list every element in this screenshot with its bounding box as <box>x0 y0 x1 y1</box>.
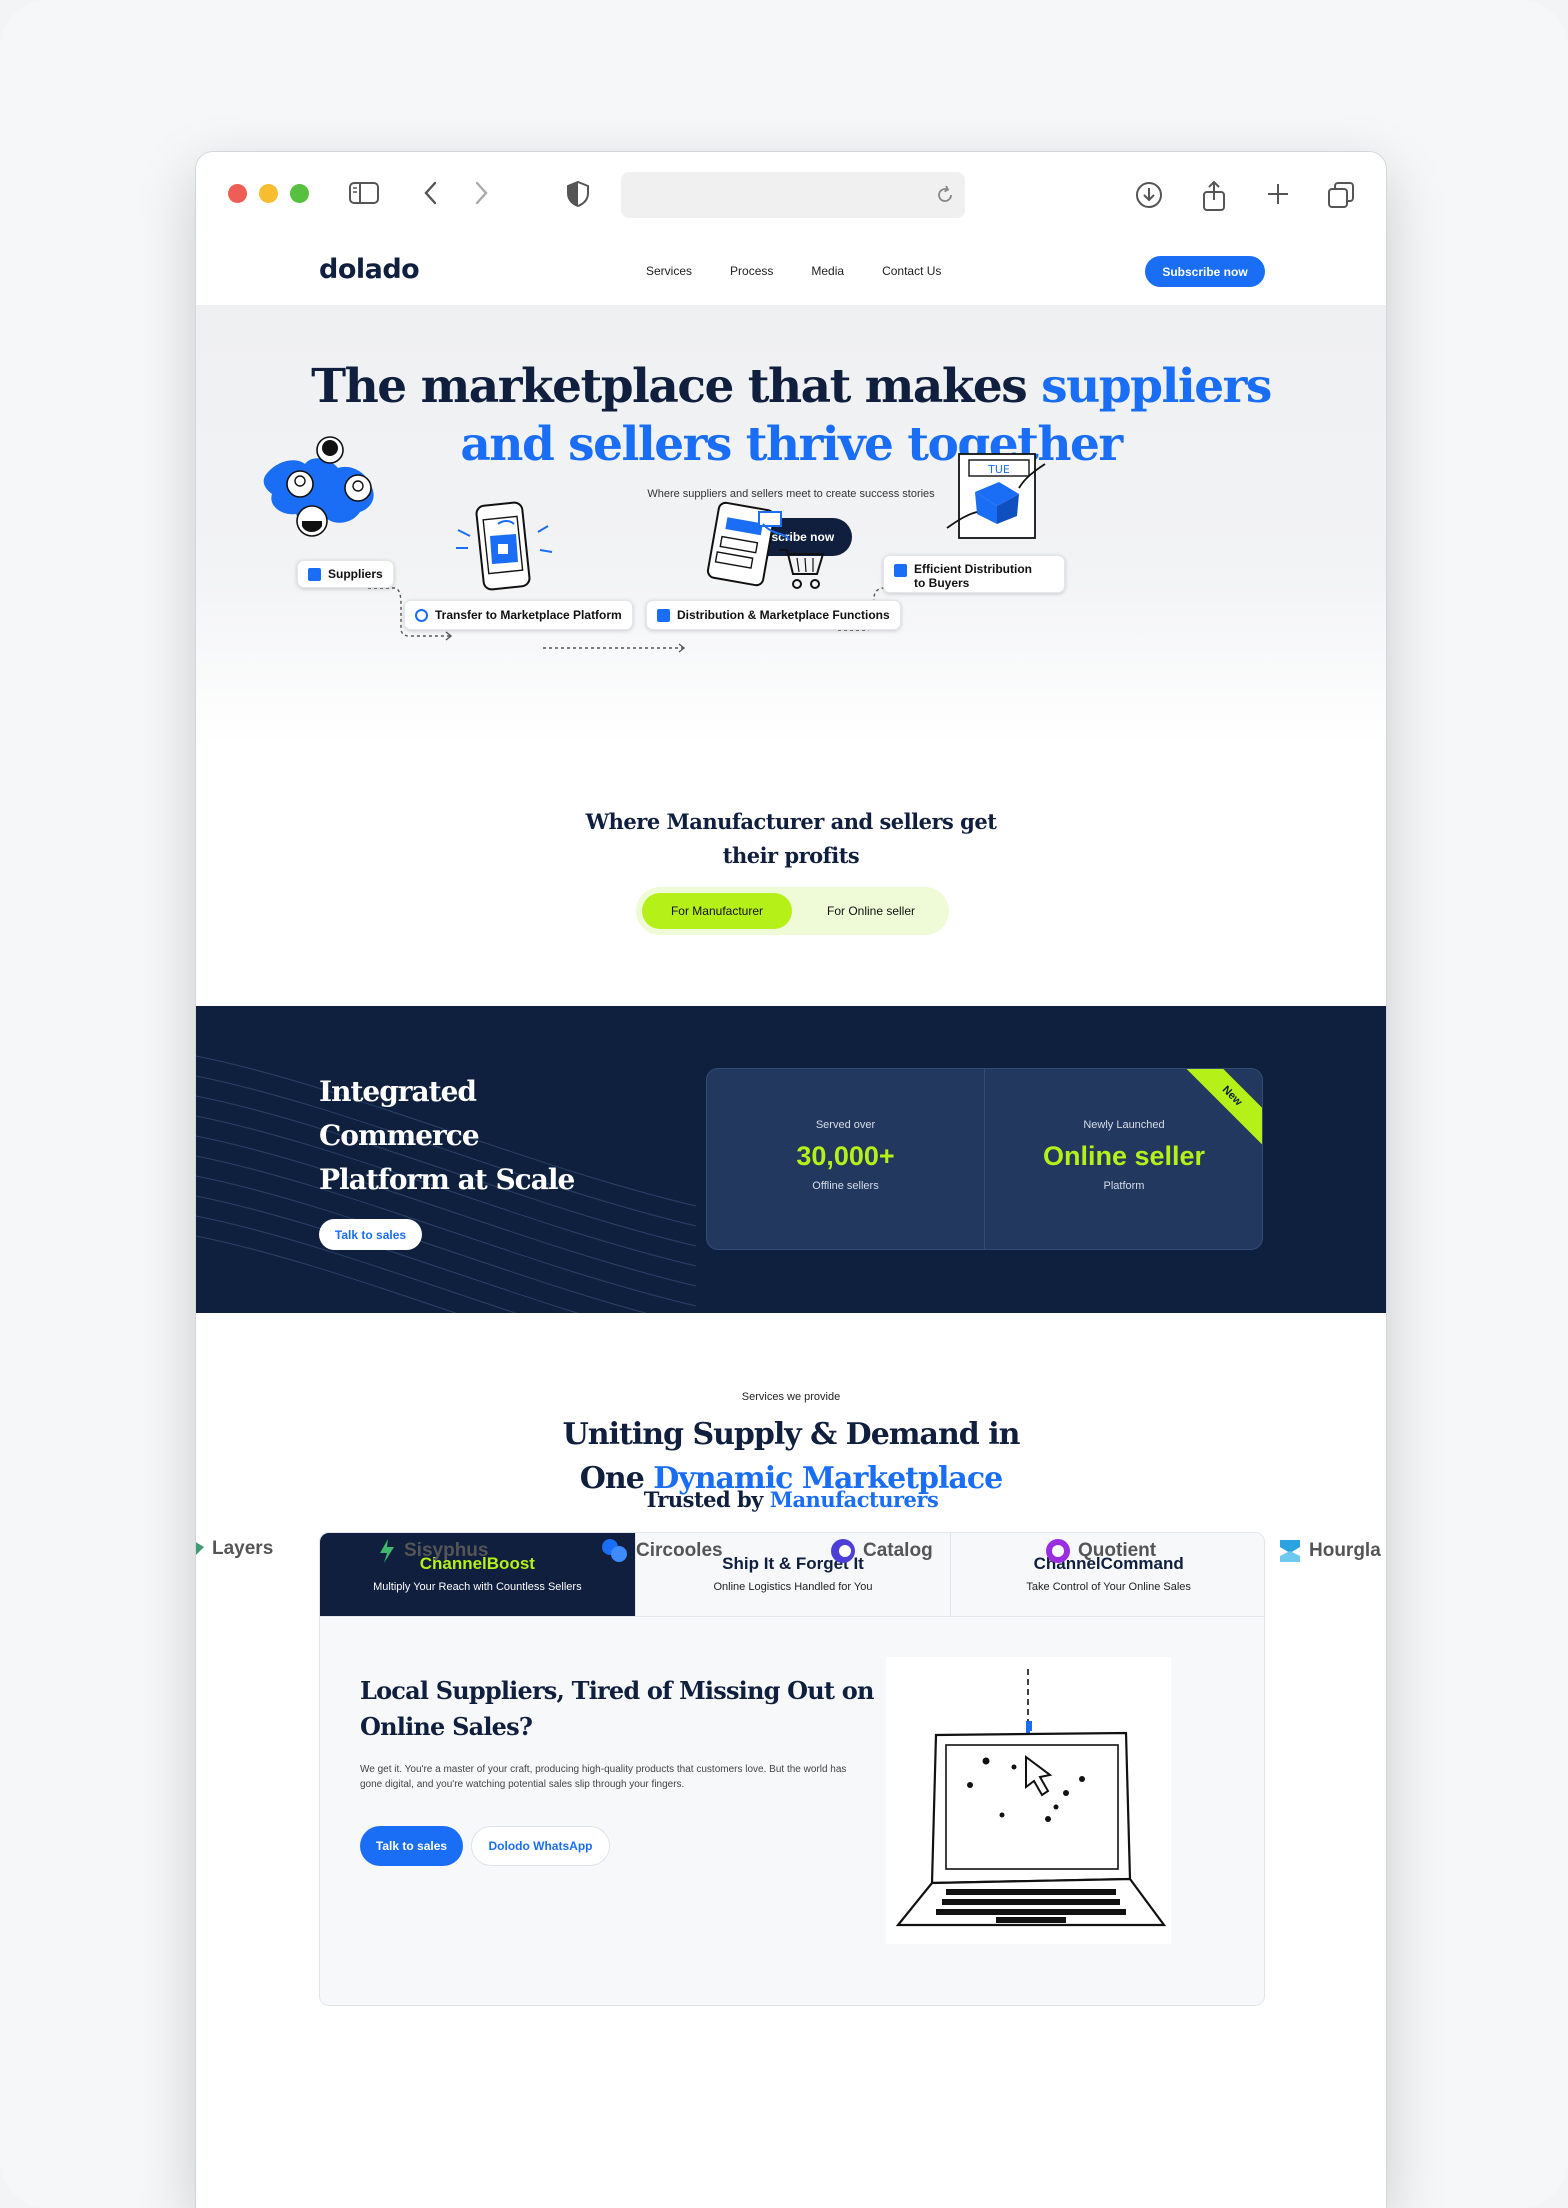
platform-title: Integrated Commerce Platform at Scale <box>319 1075 575 1196</box>
browser-window: dolado Services Process Media Contact Us… <box>195 151 1387 2208</box>
monitor-icon <box>657 608 670 622</box>
platform-band: Integrated Commerce Platform at Scale Ta… <box>196 1006 1386 1313</box>
sisyphus-icon <box>380 1539 394 1563</box>
maximize-window-button[interactable] <box>290 184 309 203</box>
device-frame: dolado Services Process Media Contact Us… <box>0 0 1568 2208</box>
back-arrow-icon[interactable] <box>421 180 441 206</box>
profits-section: Where Manufacturer and sellers get their… <box>196 746 1386 1006</box>
services-title-line-1: Uniting Supply & Demand in <box>562 1417 1021 1452</box>
site-header: dolado Services Process Media Contact Us… <box>196 242 1386 306</box>
services-section: Services we provide Uniting Supply & Dem… <box>196 1313 1386 2077</box>
quotient-icon <box>1046 1539 1070 1563</box>
step-suppliers: Suppliers <box>297 560 394 588</box>
logo-layers-label: Layers <box>212 1538 274 1559</box>
catalog-icon <box>831 1539 855 1563</box>
panel-whatsapp-button[interactable]: Dolodo WhatsApp <box>471 1826 610 1866</box>
hero-title-blue-1: suppliers <box>1041 359 1272 414</box>
toggle-online-seller[interactable]: For Online seller <box>801 893 941 929</box>
audience-toggle: For Manufacturer For Online seller <box>636 887 949 935</box>
share-icon[interactable] <box>1200 180 1228 212</box>
transfer-icon <box>415 608 428 622</box>
hero-section: The marketplace that makes suppliers and … <box>196 306 1386 746</box>
delivery-box-illustration: TUE <box>946 453 1046 539</box>
nav-process[interactable]: Process <box>730 264 773 278</box>
step-efficient-distribution: Efficient Distribution to Buyers <box>883 555 1065 593</box>
logo-hourglass: Hourgla <box>1277 1537 1381 1565</box>
phone-marketplace-illustration <box>456 501 553 591</box>
nav-services[interactable]: Services <box>646 264 692 278</box>
hero-title-dark: The marketplace that makes <box>311 359 1042 414</box>
shield-icon[interactable] <box>566 180 590 208</box>
minimize-window-button[interactable] <box>259 184 278 203</box>
stats-card: Served over 30,000+ Offline sellers Newl… <box>706 1068 1263 1250</box>
new-tab-icon[interactable] <box>1264 180 1292 208</box>
main-nav: Services Process Media Contact Us <box>646 264 941 278</box>
laptop-hook-illustration <box>886 1657 1171 1944</box>
calendar-day-label: TUE <box>987 463 1010 476</box>
nav-contact-us[interactable]: Contact Us <box>882 264 941 278</box>
tab-subtitle: Take Control of Your Online Sales <box>1026 1581 1191 1593</box>
trusted-title-blue: Manufacturers <box>769 1487 939 1512</box>
profits-title-text: Where Manufacturer and sellers get their… <box>585 809 997 868</box>
truck-icon <box>894 564 907 577</box>
logo-quotient: Quotient <box>1044 1537 1156 1565</box>
step-distribution: Distribution & Marketplace Functions <box>646 600 901 630</box>
tab-subtitle: Online Logistics Handled for You <box>713 1581 873 1593</box>
step-efficient-distribution-label: Efficient Distribution to Buyers <box>914 562 1032 590</box>
flow-arrow-2 <box>543 643 686 653</box>
logo-sisyphus-label: Sisyphus <box>404 1540 489 1561</box>
step-transfer-label: Transfer to Marketplace Platform <box>435 608 622 622</box>
download-icon[interactable] <box>1134 180 1164 210</box>
stat-sub: Offline sellers <box>812 1180 879 1192</box>
toggle-manufacturer[interactable]: For Manufacturer <box>642 893 792 929</box>
sidebar-toggle-icon[interactable] <box>348 180 380 206</box>
trusted-title-dark: Trusted by <box>643 1487 770 1512</box>
logo-quotient-label: Quotient <box>1078 1540 1157 1561</box>
circooles-icon <box>602 1539 627 1562</box>
stat-label: Served over <box>815 1119 876 1131</box>
stat-label: Newly Launched <box>1083 1119 1165 1131</box>
step-distribution-label: Distribution & Marketplace Functions <box>677 608 890 622</box>
tab-subtitle: Multiply Your Reach with Countless Selle… <box>373 1581 582 1593</box>
boxes-icon <box>308 567 321 581</box>
stat-sub: Platform <box>1103 1180 1145 1192</box>
platform-talk-to-sales-button[interactable]: Talk to sales <box>319 1219 422 1250</box>
stat-offline-sellers: Served over 30,000+ Offline sellers <box>707 1069 985 1249</box>
logo-catalog: Catalog <box>829 1537 933 1565</box>
address-bar[interactable] <box>621 172 965 218</box>
trusted-logos: Layers Sisyphus Circooles Catalog Quotie… <box>196 1537 1386 1577</box>
stat-value: 30,000+ <box>796 1141 895 1171</box>
forward-arrow-icon[interactable] <box>471 180 491 206</box>
panel-description: We get it. You're a master of your craft… <box>360 1764 847 1790</box>
close-window-button[interactable] <box>228 184 247 203</box>
logo-circooles-label: Circooles <box>636 1540 723 1561</box>
logo-circooles: Circooles <box>600 1537 723 1565</box>
trusted-title: Trusted by Manufacturers <box>196 1487 1386 1512</box>
browser-toolbar <box>196 152 1386 242</box>
step-transfer: Transfer to Marketplace Platform <box>404 600 633 630</box>
reload-icon[interactable] <box>935 185 955 205</box>
step-suppliers-label: Suppliers <box>328 567 383 581</box>
suppliers-globe-illustration <box>263 436 374 537</box>
header-subscribe-button[interactable]: Subscribe now <box>1145 256 1265 287</box>
panel-title: Local Suppliers, Tired of Missing Out on… <box>360 1676 874 1741</box>
panel-talk-to-sales-button[interactable]: Talk to sales <box>360 1826 463 1866</box>
logo-catalog-label: Catalog <box>863 1540 933 1561</box>
tab-overview-icon[interactable] <box>1326 180 1356 210</box>
site-logo[interactable]: dolado <box>319 254 420 285</box>
services-eyebrow: Services we provide <box>741 1391 841 1403</box>
hourglass-icon <box>1280 1540 1300 1562</box>
logo-sisyphus: Sisyphus <box>376 1537 488 1565</box>
stat-value: Online seller <box>1042 1141 1206 1171</box>
services-panel: ChannelBoost Multiply Your Reach with Co… <box>319 1532 1265 2006</box>
profits-title: Where Manufacturer and sellers get their… <box>196 805 1386 873</box>
logo-layers: Layers <box>196 1537 274 1561</box>
logo-hourglass-label: Hourgla <box>1309 1540 1381 1561</box>
tablet-cart-illustration <box>706 501 825 589</box>
nav-media[interactable]: Media <box>811 264 844 278</box>
layers-icon <box>196 1542 204 1555</box>
